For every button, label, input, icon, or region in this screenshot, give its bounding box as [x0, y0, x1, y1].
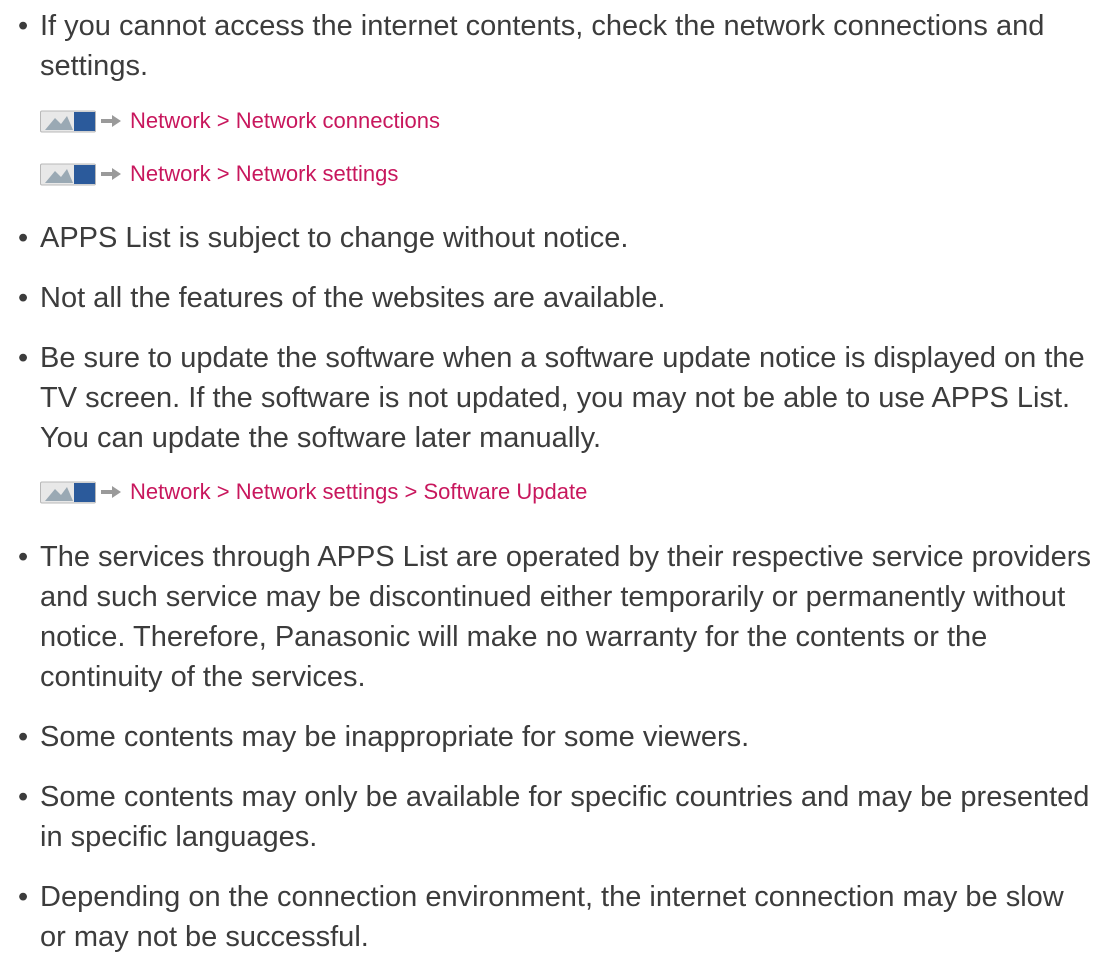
bullet-symbol: •: [18, 342, 29, 374]
bullet-symbol: •: [18, 881, 29, 913]
list-item: • Not all the features of the websites a…: [18, 278, 1093, 318]
bullet-text: The services through APPS List are opera…: [40, 541, 1091, 693]
list-item: • Some contents may be inappropriate for…: [18, 717, 1093, 757]
menu-path-label: Network > Network connections: [130, 108, 440, 133]
menu-path-label: Network > Network settings: [130, 161, 399, 186]
list-item: • The services through APPS List are ope…: [18, 537, 1093, 697]
bullet-text: Some contents may be inappropriate for s…: [40, 721, 750, 753]
menu-path-label: Network > Network settings > Software Up…: [130, 479, 588, 504]
list-item: • Be sure to update the software when a …: [18, 338, 1093, 458]
menu-path-link[interactable]: Network > Network settings > Software Up…: [40, 476, 587, 508]
bullet-text: APPS List is subject to change without n…: [40, 222, 629, 254]
menu-icon: [40, 481, 96, 504]
arrow-right-icon: [101, 115, 121, 127]
bullet-text: If you cannot access the internet conten…: [40, 10, 1045, 82]
bullet-text: Not all the features of the websites are…: [40, 282, 666, 314]
bullet-text: Depending on the connection environment,…: [40, 881, 1064, 953]
list-item: • Depending on the connection environmen…: [18, 877, 1093, 957]
bullet-text: Some contents may only be available for …: [40, 781, 1090, 853]
bullet-symbol: •: [18, 10, 29, 42]
bullet-text: Be sure to update the software when a so…: [40, 342, 1085, 454]
bullet-symbol: •: [18, 541, 29, 573]
bullet-symbol: •: [18, 781, 29, 813]
bullet-symbol: •: [18, 282, 29, 314]
arrow-right-icon: [101, 168, 121, 180]
bullet-symbol: •: [18, 721, 29, 753]
help-page: • If you cannot access the internet cont…: [0, 0, 1102, 953]
list-item: • If you cannot access the internet cont…: [18, 6, 1093, 86]
list-item: • APPS List is subject to change without…: [18, 218, 1093, 258]
menu-icon: [40, 163, 96, 186]
menu-icon: [40, 110, 96, 133]
menu-path-link[interactable]: Network > Network connections: [40, 105, 440, 137]
menu-path-link[interactable]: Network > Network settings: [40, 158, 398, 190]
list-item: • Some contents may only be available fo…: [18, 777, 1093, 857]
arrow-right-icon: [101, 486, 121, 498]
bullet-symbol: •: [18, 222, 29, 254]
